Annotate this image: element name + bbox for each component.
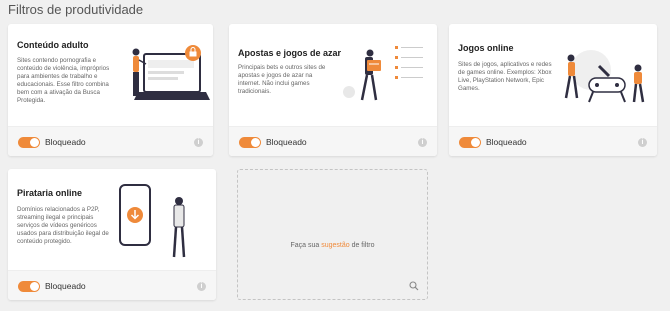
card-footer: Bloqueado i bbox=[8, 270, 216, 300]
card-footer: Bloqueado i bbox=[449, 126, 657, 156]
card-description: Sites de jogos, aplicativos e redes de g… bbox=[458, 61, 552, 92]
filter-card-adult: Conteúdo adulto Sites contendo pornograf… bbox=[8, 24, 213, 156]
phone-download-illustration bbox=[119, 184, 186, 258]
page-title: Filtros de produtividade bbox=[8, 2, 144, 17]
card-title: Pirataria online bbox=[17, 188, 83, 198]
search-icon[interactable] bbox=[409, 281, 419, 291]
block-toggle[interactable] bbox=[18, 137, 40, 148]
gamers-illustration bbox=[564, 50, 645, 103]
card-title: Conteúdo adulto bbox=[17, 40, 89, 50]
gambling-illustration bbox=[343, 46, 423, 101]
block-toggle[interactable] bbox=[18, 281, 40, 292]
status-label: Bloqueado bbox=[486, 137, 527, 147]
status-label: Bloqueado bbox=[45, 137, 86, 147]
status-label: Bloqueado bbox=[266, 137, 307, 147]
card-description: Sites contendo pornografia e conteúdo de… bbox=[17, 57, 110, 104]
card-title: Apostas e jogos de azar bbox=[238, 48, 342, 58]
suggest-filter-card[interactable]: Faça sua sugestão de filtro bbox=[237, 169, 428, 300]
info-icon[interactable]: i bbox=[418, 138, 427, 147]
suggest-suffix: de filtro bbox=[349, 242, 375, 249]
suggest-text: Faça sua sugestão de filtro bbox=[238, 242, 427, 249]
filter-card-gambling: Apostas e jogos de azar Principais bets … bbox=[229, 24, 437, 156]
card-description: Principais bets e outros sites de aposta… bbox=[238, 64, 326, 95]
card-description: Domínios relacionados a P2P, streaming i… bbox=[17, 206, 109, 245]
laptop-person-illustration bbox=[132, 45, 210, 100]
card-footer: Bloqueado i bbox=[229, 126, 437, 156]
card-footer: Bloqueado i bbox=[8, 126, 213, 156]
filter-card-piracy: Pirataria online Domínios relacionados a… bbox=[8, 169, 216, 300]
suggest-link[interactable]: sugestão bbox=[321, 242, 349, 249]
status-label: Bloqueado bbox=[45, 281, 86, 291]
info-icon[interactable]: i bbox=[197, 282, 206, 291]
card-title: Jogos online bbox=[458, 43, 514, 53]
suggest-prefix: Faça sua bbox=[290, 242, 322, 249]
block-toggle[interactable] bbox=[239, 137, 261, 148]
block-toggle[interactable] bbox=[459, 137, 481, 148]
info-icon[interactable]: i bbox=[638, 138, 647, 147]
info-icon[interactable]: i bbox=[194, 138, 203, 147]
filter-card-online-games: Jogos online Sites de jogos, aplicativos… bbox=[449, 24, 657, 156]
